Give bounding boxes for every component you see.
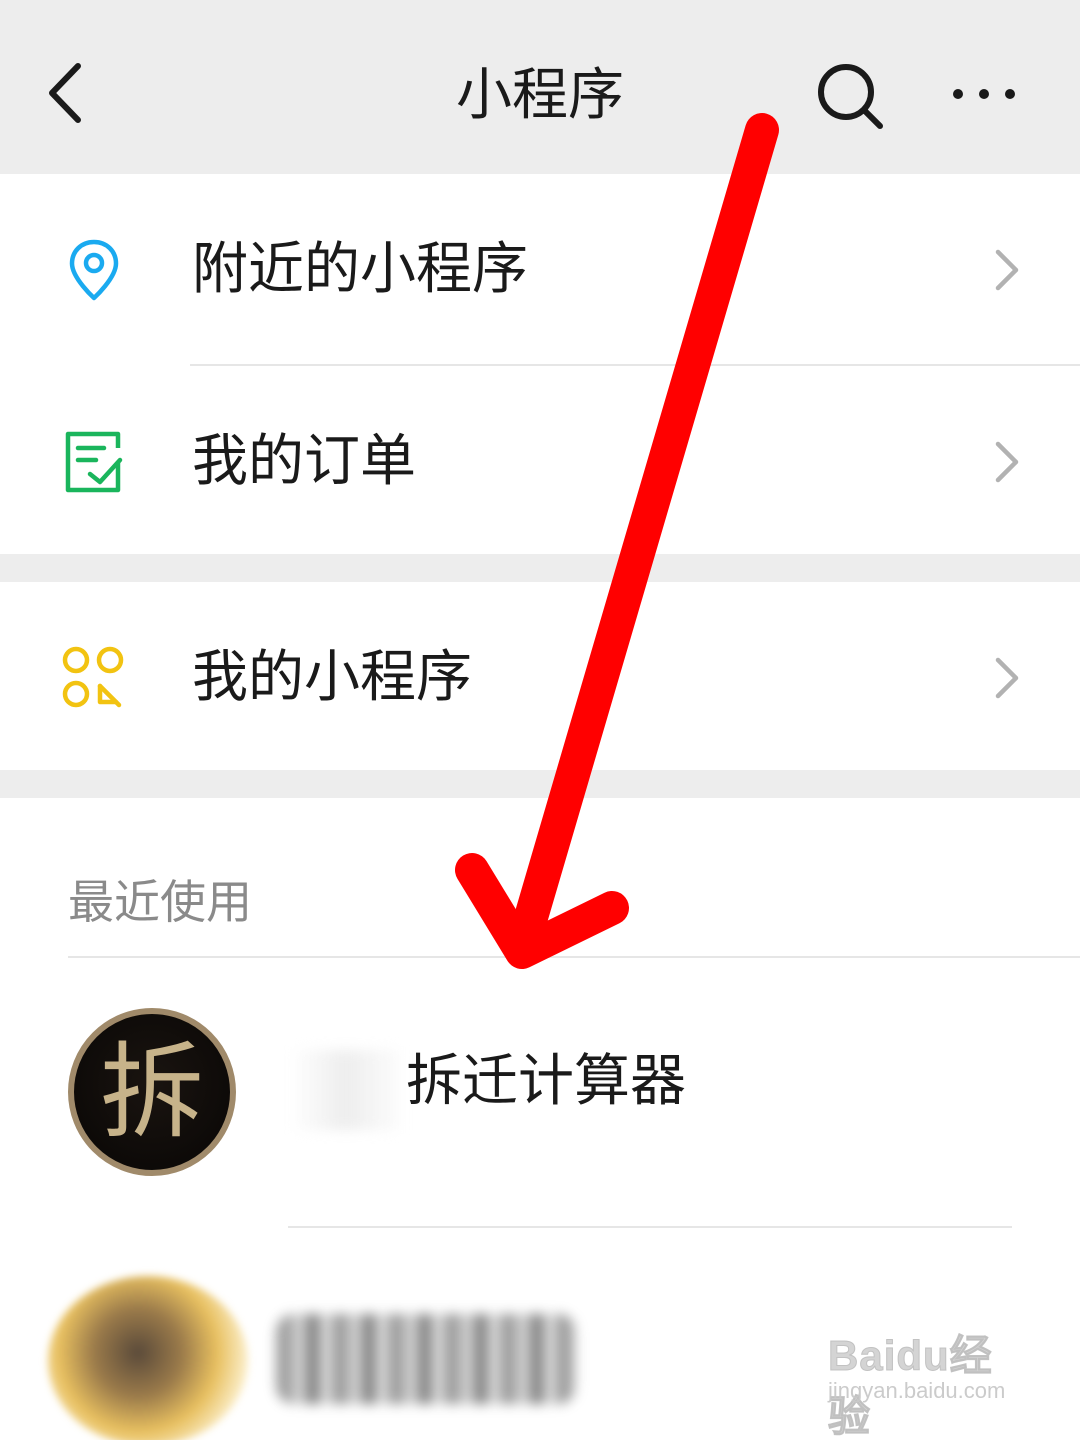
- blurred-app-name[interactable]: [276, 1314, 576, 1404]
- chevron-right-icon: [995, 249, 1019, 291]
- mini-program-page: 小程序 附近的小程序 我的订单 我的小程序 最近使用 拆 拆迁计算器 Baidu…: [0, 0, 1080, 1440]
- top-bar: 小程序: [0, 0, 1080, 174]
- app-name-label: 拆迁计算器: [406, 1049, 686, 1114]
- recent-section-title: 最近使用: [68, 875, 252, 929]
- nearby-mini-programs-item[interactable]: 附近的小程序: [0, 174, 1080, 364]
- chevron-right-icon: [995, 657, 1019, 699]
- app-avatar: 拆: [68, 1008, 236, 1176]
- more-button[interactable]: [944, 66, 1024, 122]
- my-orders-label: 我的订单: [192, 429, 416, 494]
- blurred-text: [290, 1050, 400, 1130]
- search-icon: [818, 64, 883, 129]
- order-list-icon: [65, 431, 123, 493]
- chevron-right-icon: [995, 441, 1019, 483]
- page-title: 小程序: [456, 63, 624, 128]
- my-orders-item[interactable]: 我的订单: [0, 366, 1080, 556]
- more-dots-icon: [953, 89, 1015, 99]
- recent-section: 最近使用 拆 拆迁计算器: [0, 798, 1080, 1440]
- recent-app-item[interactable]: 拆 拆迁计算器: [0, 988, 1080, 1224]
- my-mini-programs-item[interactable]: 我的小程序: [0, 582, 1080, 770]
- menu-group-my-apps: 我的小程序: [0, 582, 1080, 770]
- search-button[interactable]: [812, 58, 888, 134]
- blurred-app-avatar[interactable]: [48, 1276, 248, 1440]
- my-mini-programs-label: 我的小程序: [192, 645, 472, 710]
- divider: [68, 956, 1080, 958]
- mini-program-grid-icon: [62, 646, 124, 708]
- nearby-mini-programs-label: 附近的小程序: [192, 237, 528, 302]
- menu-group-primary: 附近的小程序 我的订单: [0, 174, 1080, 554]
- location-pin-icon: [69, 239, 119, 301]
- divider: [288, 1226, 1012, 1228]
